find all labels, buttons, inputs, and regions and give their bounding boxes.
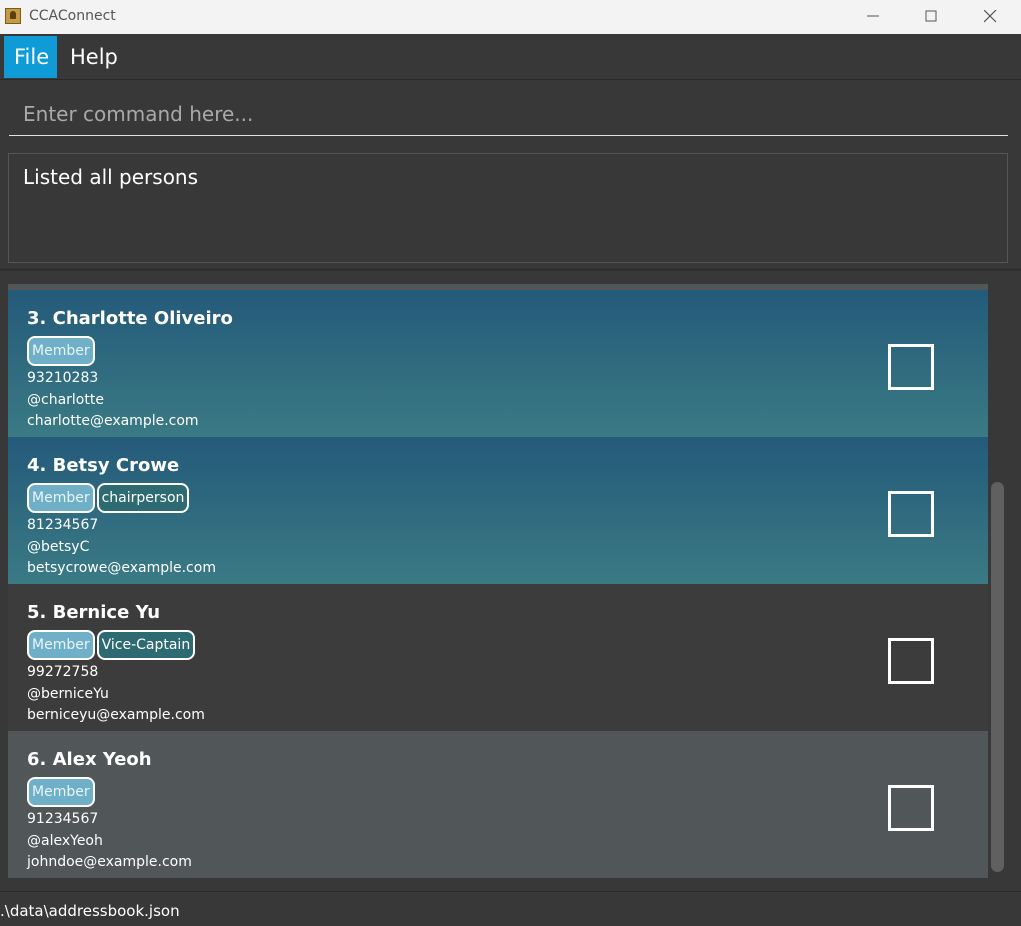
person-name: 3. Charlotte Oliveiro: [27, 308, 233, 329]
tag-role: chairperson: [96, 483, 190, 513]
person-handle: @charlotte: [27, 392, 104, 408]
menu-file[interactable]: File: [4, 36, 57, 78]
person-handle: @berniceYu: [27, 686, 109, 702]
tag-member: Member: [27, 336, 95, 366]
attendance-checkbox[interactable]: [888, 491, 934, 537]
tag-list: Member chairperson: [27, 483, 190, 513]
person-phone: 99272758: [27, 664, 99, 680]
person-email: johndoe@example.com: [27, 854, 192, 870]
person-email: berniceyu@example.com: [27, 707, 205, 723]
person-card[interactable]: 4. Betsy Crowe Member chairperson 812345…: [8, 437, 988, 584]
tag-member: Member: [27, 777, 95, 807]
tag-member: Member: [27, 483, 95, 513]
tag-member: Member: [27, 630, 95, 660]
close-button[interactable]: [968, 0, 1014, 34]
person-card[interactable]: 3. Charlotte Oliveiro Member 93210283 @c…: [8, 290, 988, 437]
minimize-icon: [867, 15, 879, 17]
person-list[interactable]: 3. Charlotte Oliveiro Member 93210283 @c…: [8, 284, 988, 878]
person-card[interactable]: 6. Alex Yeoh Member 91234567 @alexYeoh j…: [8, 731, 988, 878]
status-bar: .\data\addressbook.json: [0, 891, 1021, 926]
person-phone: 93210283: [27, 370, 99, 386]
app-icon: [5, 8, 21, 24]
maximize-button[interactable]: [909, 0, 955, 34]
attendance-checkbox[interactable]: [888, 785, 934, 831]
menu-bar: File Help: [0, 34, 1021, 80]
close-icon: [984, 10, 997, 23]
person-name: 6. Alex Yeoh: [27, 749, 152, 770]
command-input[interactable]: [9, 92, 1008, 136]
attendance-checkbox[interactable]: [888, 344, 934, 390]
person-handle: @betsyC: [27, 539, 90, 555]
person-email: charlotte@example.com: [27, 413, 199, 429]
person-phone: 81234567: [27, 517, 99, 533]
result-text: Listed all persons: [23, 165, 199, 189]
divider: [0, 268, 1021, 271]
person-name: 5. Bernice Yu: [27, 602, 161, 623]
tag-role: Vice-Captain: [96, 630, 196, 660]
tag-list: Member: [27, 336, 95, 366]
person-card[interactable]: 5. Bernice Yu Member Vice-Captain 992727…: [8, 584, 988, 731]
person-phone: 91234567: [27, 811, 99, 827]
maximize-icon: [925, 10, 937, 22]
attendance-checkbox[interactable]: [888, 638, 934, 684]
menu-help[interactable]: Help: [60, 36, 128, 78]
tag-list: Member: [27, 777, 95, 807]
person-name: 4. Betsy Crowe: [27, 455, 180, 476]
scrollbar-thumb[interactable]: [991, 482, 1004, 872]
title-bar: CCAConnect: [0, 0, 1021, 34]
minimize-button[interactable]: [851, 0, 897, 34]
person-handle: @alexYeoh: [27, 833, 103, 849]
person-email: betsycrowe@example.com: [27, 560, 216, 576]
command-box: [0, 80, 1021, 144]
result-display: Listed all persons: [8, 153, 1008, 263]
save-file-path: .\data\addressbook.json: [0, 902, 180, 920]
window-title: CCAConnect: [29, 8, 116, 24]
tag-list: Member Vice-Captain: [27, 630, 196, 660]
